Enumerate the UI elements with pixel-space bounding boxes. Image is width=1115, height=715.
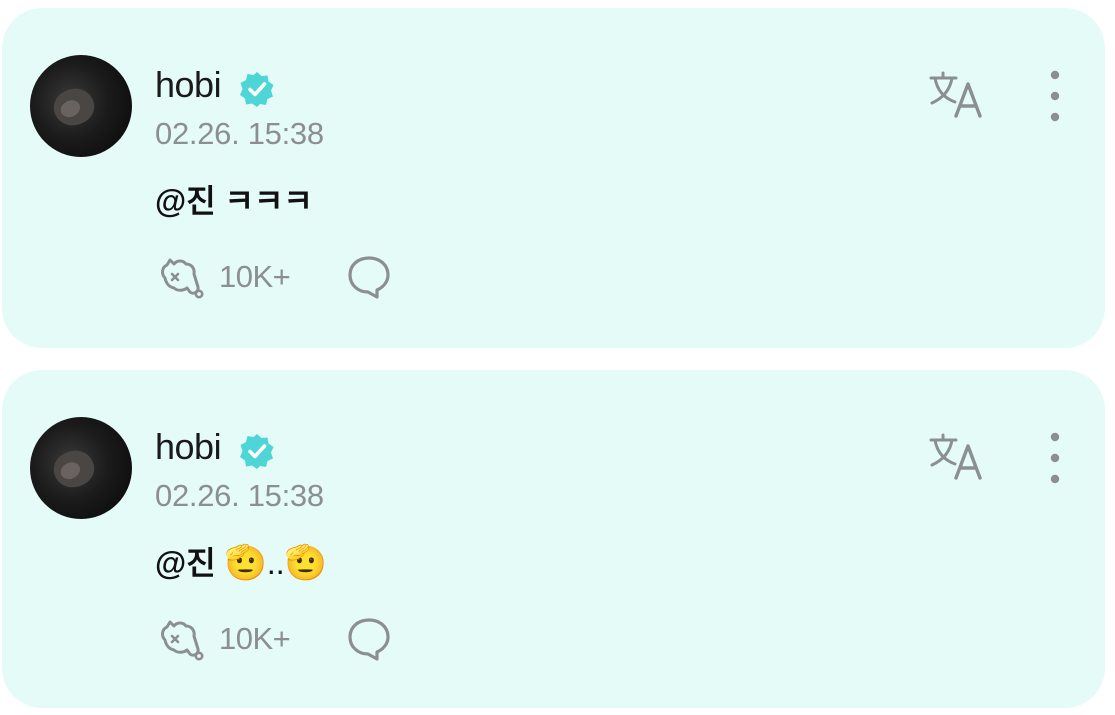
author-name[interactable]: hobi [155, 426, 222, 468]
ellipsis-text: .. [266, 545, 285, 581]
mention-link[interactable]: @진 [155, 545, 216, 581]
post-timestamp: 02.26. 15:38 [155, 478, 324, 513]
post-card: hobi 02.26. 15:38 @진 🫡..🫡 10K+ [2, 370, 1105, 708]
cheer-icon [161, 620, 204, 661]
comment-button[interactable] [346, 616, 392, 662]
post-card: hobi 02.26. 15:38 @진 ㅋㅋㅋ 10K+ [2, 8, 1105, 348]
author-name[interactable]: hobi [155, 64, 222, 106]
verified-badge-icon [239, 433, 275, 469]
salute-emoji: 🫡 [224, 544, 267, 582]
post-body: @진 🫡..🫡 [155, 538, 327, 584]
avatar[interactable] [30, 55, 132, 157]
comment-icon [348, 256, 390, 299]
comment-button[interactable] [346, 254, 392, 300]
post-timestamp: 02.26. 15:38 [155, 116, 324, 151]
translate-icon[interactable] [928, 70, 984, 118]
verified-badge-icon [239, 71, 275, 107]
cheer-button[interactable]: 10K+ [157, 254, 291, 300]
salute-emoji: 🫡 [284, 544, 328, 582]
cheer-button[interactable]: 10K+ [157, 616, 291, 662]
more-vertical-icon[interactable] [1040, 430, 1070, 486]
cheer-count: 10K+ [219, 621, 291, 656]
cheer-icon [161, 258, 204, 299]
more-vertical-icon[interactable] [1040, 68, 1070, 124]
mention-link[interactable]: @진 [155, 183, 216, 219]
translate-icon[interactable] [928, 432, 984, 480]
post-body: @진 ㅋㅋㅋ [155, 176, 313, 222]
cheer-count: 10K+ [219, 259, 291, 294]
avatar[interactable] [30, 417, 132, 519]
comment-icon [348, 618, 390, 661]
post-text: ㅋㅋㅋ [224, 183, 313, 219]
